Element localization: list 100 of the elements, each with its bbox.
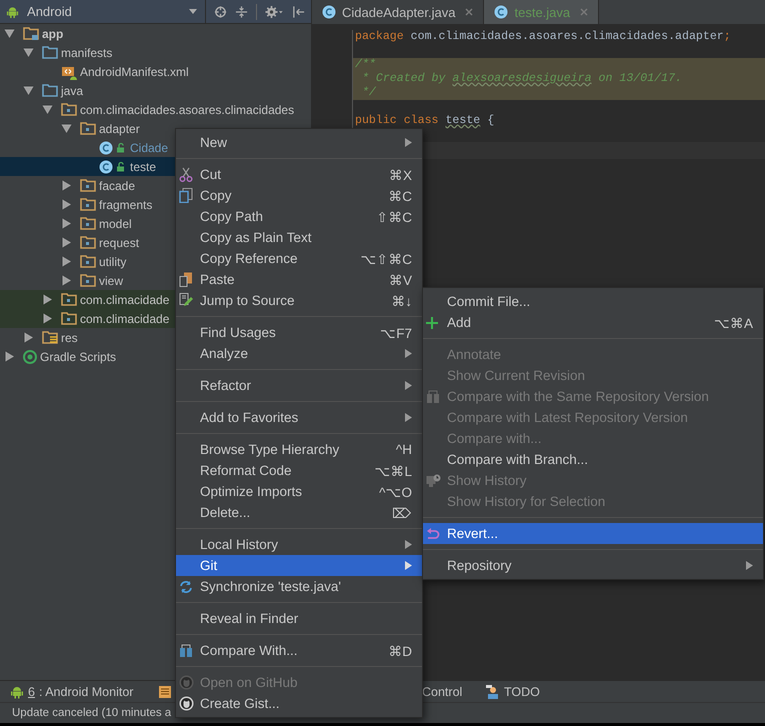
menu-item[interactable]: Refactor: [176, 375, 422, 396]
menu-item[interactable]: Reformat Code ⌥⌘L: [176, 460, 422, 481]
code-line: /**: [355, 58, 376, 71]
tree-item-label[interactable]: com.climacidade: [80, 292, 170, 306]
collapsed-arrow-icon[interactable]: [42, 294, 53, 305]
menu-item[interactable]: Local History: [176, 534, 422, 555]
shortcut-label: ⌥⇧⌘C: [360, 250, 412, 266]
tree-item-label[interactable]: res: [61, 330, 78, 344]
tool-window-button[interactable]: Control: [422, 684, 462, 698]
folder-icon: [80, 255, 96, 268]
tree-item-label[interactable]: manifests: [61, 46, 112, 60]
tree-item-label[interactable]: Gradle Scripts: [40, 350, 116, 364]
code-line: package com.climacidades.asoares.climacidades.adapter;: [355, 30, 731, 43]
code-line: */: [360, 86, 376, 99]
tree-item-label[interactable]: model: [99, 216, 132, 230]
tree-item-label[interactable]: view: [99, 274, 124, 288]
menu-item[interactable]: Copy Reference ⌥⇧⌘C: [176, 248, 422, 269]
menu-item[interactable]: Reveal in Finder: [176, 608, 422, 629]
expanded-arrow-icon[interactable]: [4, 28, 15, 39]
shortcut-label: ⌦: [392, 504, 412, 520]
collapsed-arrow-icon[interactable]: [61, 256, 72, 267]
tool-window-button[interactable]: 6 : Android Monitor: [10, 684, 134, 698]
shortcut-label: ⌘C: [388, 188, 412, 204]
shortcut-label: ⇧⌘C: [376, 208, 412, 224]
class-icon: [99, 160, 113, 174]
scissors-icon: [179, 167, 193, 182]
tree-item-label[interactable]: request: [99, 236, 140, 250]
plus-icon: [426, 316, 438, 328]
tree-item-label[interactable]: com.climacidades.asoares.climacidades: [80, 102, 294, 116]
collapse-icon[interactable]: [235, 4, 248, 18]
shortcut-label: ⌥F7: [380, 324, 412, 340]
collapsed-arrow-icon[interactable]: [61, 199, 72, 210]
collapsed-arrow-icon[interactable]: [61, 275, 72, 286]
tree-item-label[interactable]: adapter: [99, 122, 140, 136]
tree-item-label[interactable]: app: [42, 26, 64, 40]
menu-item[interactable]: Find Usages ⌥F7: [176, 322, 422, 343]
collapsed-arrow-icon[interactable]: [42, 313, 53, 324]
expanded-arrow-icon[interactable]: [23, 85, 34, 96]
class-icon: [494, 5, 508, 19]
menu-item[interactable]: Copy as Plain Text: [176, 227, 422, 248]
tree-item-label[interactable]: java: [61, 84, 84, 98]
menu-item[interactable]: Add ⌥⌘A: [423, 312, 763, 333]
expanded-arrow-icon[interactable]: [61, 123, 72, 134]
code-line: * Created by alexsoaresdesigueira on 13/01/17.: [360, 72, 682, 85]
settings-icon[interactable]: [265, 4, 284, 18]
menu-item[interactable]: Commit File...: [423, 291, 763, 312]
menu-item[interactable]: Browse Type Hierarchy ^H: [176, 439, 422, 460]
collapsed-arrow-icon[interactable]: [61, 180, 72, 191]
menu-item[interactable]: Optimize Imports ^⌥O: [176, 481, 422, 502]
tree-item-label[interactable]: facade: [99, 178, 136, 192]
tree-item-label[interactable]: utility: [99, 254, 126, 268]
code-line: public class teste {: [355, 114, 494, 127]
menu-item[interactable]: Analyze: [176, 343, 422, 364]
collapsed-arrow-icon[interactable]: [61, 218, 72, 229]
target-icon[interactable]: [214, 4, 228, 18]
view-dropdown[interactable]: Android: [27, 0, 206, 23]
menu-item[interactable]: Repository: [423, 555, 763, 576]
menu-item[interactable]: New: [176, 132, 422, 153]
menu-item[interactable]: Revert...: [423, 523, 763, 544]
terminal-icon[interactable]: [158, 684, 172, 698]
menu-item[interactable]: Git: [176, 555, 422, 576]
menu-item[interactable]: Synchronize 'teste.java': [176, 576, 422, 597]
folder-icon: [80, 236, 96, 249]
menu-item[interactable]: Compare with Branch...: [423, 449, 763, 470]
android-icon: [6, 4, 20, 18]
github-icon: [179, 675, 194, 690]
collapsed-arrow-icon[interactable]: [23, 332, 34, 343]
shortcut-label: ^⌥O: [379, 484, 412, 500]
sync-icon: [179, 580, 193, 594]
folder-icon: [80, 122, 96, 135]
shortcut-label: ^H: [396, 442, 412, 457]
menu-item[interactable]: Paste ⌘V: [176, 269, 422, 290]
menu-item[interactable]: Jump to Source ⌘↓: [176, 290, 422, 311]
lock-icon: [116, 162, 126, 172]
folder-icon: [23, 27, 39, 40]
folder-icon: [61, 103, 77, 116]
clipboard-icon: [179, 272, 193, 287]
caret-icon: [189, 9, 198, 14]
tree-item-label[interactable]: Cidade: [130, 140, 168, 154]
expanded-arrow-icon[interactable]: [42, 104, 53, 115]
compare-icon: [179, 644, 193, 658]
pencil-document-icon: [179, 293, 193, 308]
collapsed-arrow-icon[interactable]: [61, 237, 72, 248]
tool-window-button[interactable]: TODO: [486, 684, 540, 698]
class-icon: [99, 140, 113, 154]
hide-panel-icon[interactable]: [292, 4, 305, 18]
shortcut-label: ⌘D: [388, 642, 412, 658]
menu-item[interactable]: Copy ⌘C: [176, 185, 422, 206]
tree-item-label[interactable]: teste: [130, 160, 156, 174]
menu-item[interactable]: Cut ⌘X: [176, 164, 422, 185]
tree-item-label[interactable]: AndroidManifest.xml: [80, 64, 189, 78]
tree-item-label[interactable]: fragments: [99, 198, 152, 212]
collapsed-arrow-icon[interactable]: [4, 351, 15, 362]
menu-item[interactable]: Copy Path ⇧⌘C: [176, 206, 422, 227]
menu-item[interactable]: Delete... ⌦: [176, 502, 422, 523]
close-icon[interactable]: [465, 8, 474, 16]
menu-item[interactable]: Add to Favorites: [176, 407, 422, 428]
expanded-arrow-icon[interactable]: [23, 47, 34, 58]
folder-icon: [42, 331, 58, 344]
menu-item[interactable]: Compare With... ⌘D: [176, 640, 422, 661]
